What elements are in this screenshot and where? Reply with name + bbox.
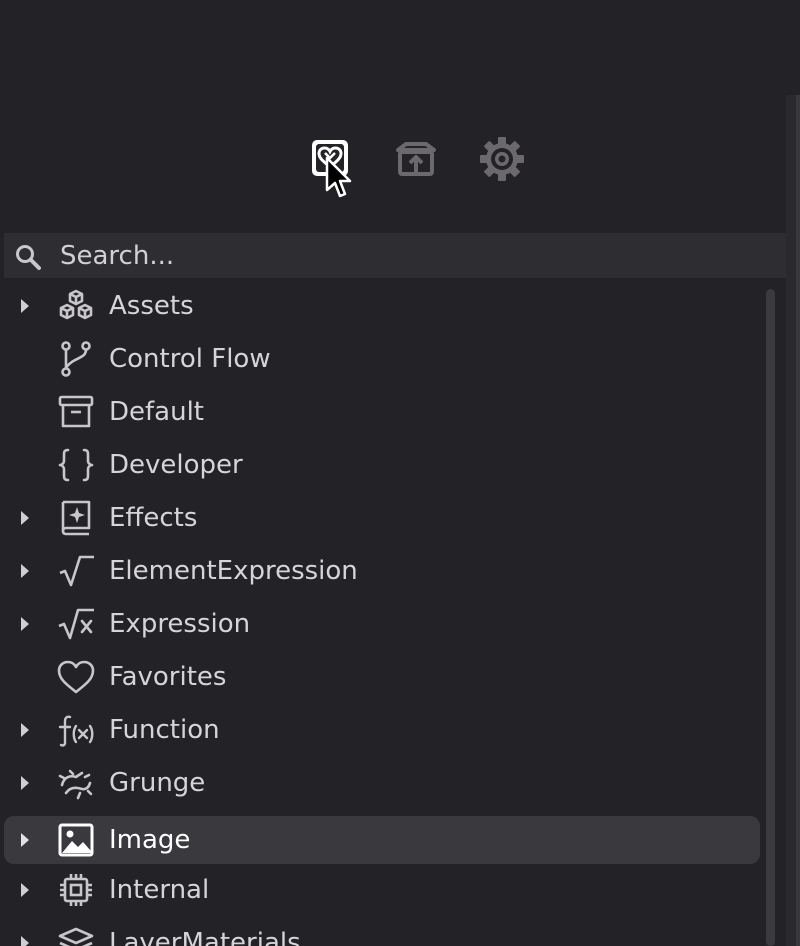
- tree-item-label: ElementExpression: [109, 556, 358, 586]
- tree-item-layermaterials[interactable]: LayerMaterials: [4, 919, 760, 946]
- tree-item-label: Developer: [109, 450, 243, 480]
- grunge-icon: [58, 769, 93, 800]
- expand-caret-icon[interactable]: [18, 614, 32, 634]
- search-icon: [16, 245, 41, 270]
- expand-caret-icon[interactable]: [18, 720, 32, 740]
- open-box-icon: [396, 142, 436, 176]
- tree-item-developer[interactable]: Developer: [4, 441, 760, 489]
- tree-item-image[interactable]: Image: [4, 816, 760, 864]
- tree-item-label: Image: [109, 825, 191, 855]
- tree-item-control-flow[interactable]: Control Flow: [4, 335, 760, 383]
- tree-item-elementexpression[interactable]: ElementExpression: [4, 547, 760, 595]
- archive-box-icon: [58, 395, 94, 428]
- tree-scrollbar[interactable]: [766, 289, 775, 946]
- cubes-icon: [59, 289, 93, 320]
- expand-caret-icon[interactable]: [18, 773, 32, 793]
- braces-icon: [58, 448, 94, 482]
- expand-caret-icon[interactable]: [18, 296, 32, 316]
- expand-caret-icon[interactable]: [18, 830, 32, 850]
- heart-icon: [57, 660, 95, 694]
- search-bar: [4, 233, 786, 278]
- library-favorites-button[interactable]: [304, 133, 356, 185]
- expand-caret-icon[interactable]: [18, 508, 32, 528]
- tree-item-label: Internal: [109, 875, 210, 905]
- tree-item-label: Effects: [109, 503, 198, 533]
- image-icon: [58, 823, 94, 857]
- square-root-x-icon: [58, 608, 94, 640]
- square-root-icon: [59, 555, 94, 587]
- settings-button[interactable]: [476, 133, 528, 185]
- gear-icon: [480, 137, 524, 181]
- layers-icon: [58, 927, 94, 946]
- tree-item-label: Expression: [109, 609, 251, 639]
- function-icon: [58, 715, 94, 747]
- tree-item-label: LayerMaterials: [109, 928, 301, 946]
- tree-item-label: Default: [109, 397, 204, 427]
- heart-frame-icon: [312, 140, 348, 176]
- chip-icon: [60, 874, 92, 906]
- tree-item-label: Grunge: [109, 768, 206, 798]
- packages-button[interactable]: [390, 133, 442, 185]
- tree-item-label: Control Flow: [109, 344, 271, 374]
- tree-item-assets[interactable]: Assets: [4, 282, 760, 330]
- tree-item-favorites[interactable]: Favorites: [4, 653, 760, 701]
- tree-item-function[interactable]: Function: [4, 706, 760, 754]
- library-toolbar: [0, 95, 786, 233]
- title-area: [0, 0, 800, 95]
- tree-item-internal[interactable]: Internal: [4, 866, 760, 914]
- tree-item-grunge[interactable]: Grunge: [4, 759, 760, 807]
- tree-item-label: Assets: [109, 291, 194, 321]
- library-tree: Assets Control Flow Default Developer Ef…: [0, 280, 786, 946]
- tree-item-label: Favorites: [109, 662, 227, 692]
- tree-item-expression[interactable]: Expression: [4, 600, 760, 648]
- tree-item-label: Function: [109, 715, 220, 745]
- sparkle-book-icon: [61, 500, 91, 536]
- tree-item-effects[interactable]: Effects: [4, 494, 760, 542]
- expand-caret-icon[interactable]: [18, 880, 32, 900]
- expand-caret-icon[interactable]: [18, 933, 32, 946]
- expand-caret-icon[interactable]: [18, 561, 32, 581]
- panel-divider[interactable]: [796, 95, 800, 946]
- branch-icon: [61, 341, 91, 377]
- search-input[interactable]: [60, 233, 760, 278]
- tree-item-default[interactable]: Default: [4, 388, 760, 436]
